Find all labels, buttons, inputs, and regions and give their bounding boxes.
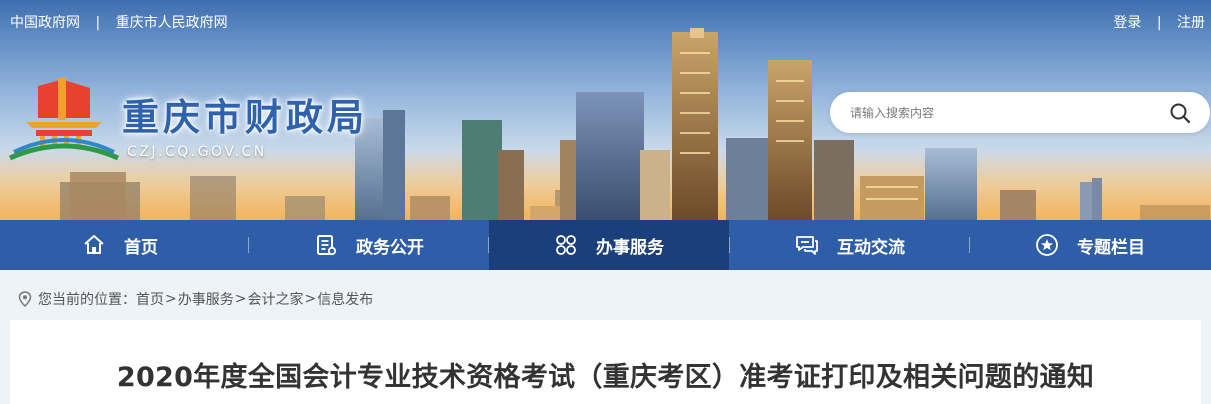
header-banner: 中国政府网 | 重庆市人民政府网 登录 | 注册 重庆市财政局 CZJ.CQ.G… <box>0 0 1211 220</box>
breadcrumb-prefix: 您当前的位置： <box>38 292 136 308</box>
nav-item-label: 互动交流 <box>837 237 905 258</box>
nav-item-home[interactable]: 首页 <box>0 220 240 270</box>
breadcrumb-separator: > <box>234 291 247 307</box>
nav-item-interaction[interactable]: 互动交流 <box>730 220 970 270</box>
breadcrumb: 您当前的位置： 首页 > 办事服务 > 会计之家 > 信息发布 <box>18 289 373 309</box>
location-pin-icon <box>18 291 32 307</box>
nav-item-special-topics[interactable]: 专题栏目 <box>970 220 1210 270</box>
finance-bureau-emblem-icon[interactable] <box>8 78 120 164</box>
search-box <box>830 92 1210 133</box>
nav-item-services[interactable]: 办事服务 <box>489 220 729 270</box>
nav-item-label: 首页 <box>124 237 158 258</box>
nav-item-label: 办事服务 <box>596 237 664 258</box>
site-domain: CZJ.CQ.GOV.CN <box>127 144 267 160</box>
link-chongqing-gov[interactable]: 重庆市人民政府网 <box>116 15 228 31</box>
search-input[interactable] <box>850 92 1170 133</box>
nav-item-government-affairs[interactable]: 政务公开 <box>249 220 489 270</box>
breadcrumb-separator: > <box>165 291 177 307</box>
breadcrumb-separator: > <box>304 291 317 307</box>
main-navigation: 首页 政务公开 办事服务 互动交流 专题栏目 <box>0 220 1211 270</box>
topbar-separator: | <box>1156 15 1162 31</box>
nav-item-label: 专题栏目 <box>1077 237 1145 258</box>
home-icon <box>84 235 104 254</box>
chat-icon <box>796 236 818 255</box>
site-title[interactable]: 重庆市财政局 <box>122 96 368 140</box>
article-title: 2020年度全国会计专业技术资格考试（重庆考区）准考证打印及相关问题的通知 <box>116 362 1095 393</box>
topbar-separator: | <box>95 15 101 31</box>
top-utility-bar: 中国政府网 | 重庆市人民政府网 登录 | 注册 <box>0 12 1211 34</box>
register-link[interactable]: 注册 <box>1177 15 1205 31</box>
login-link[interactable]: 登录 <box>1113 15 1141 31</box>
breadcrumb-link-info-release[interactable]: 信息发布 <box>317 289 373 309</box>
breadcrumb-link-accounting[interactable]: 会计之家 <box>247 289 303 309</box>
grid-icon <box>556 235 576 255</box>
link-china-gov[interactable]: 中国政府网 <box>10 15 80 31</box>
search-icon[interactable] <box>1168 101 1192 125</box>
breadcrumb-link-home[interactable]: 首页 <box>136 289 164 309</box>
star-circle-icon <box>1036 234 1058 256</box>
article-panel: 2020年度全国会计专业技术资格考试（重庆考区）准考证打印及相关问题的通知 <box>10 320 1201 404</box>
breadcrumb-link-services[interactable]: 办事服务 <box>178 289 234 309</box>
document-icon <box>317 235 337 256</box>
nav-item-label: 政务公开 <box>356 237 424 258</box>
